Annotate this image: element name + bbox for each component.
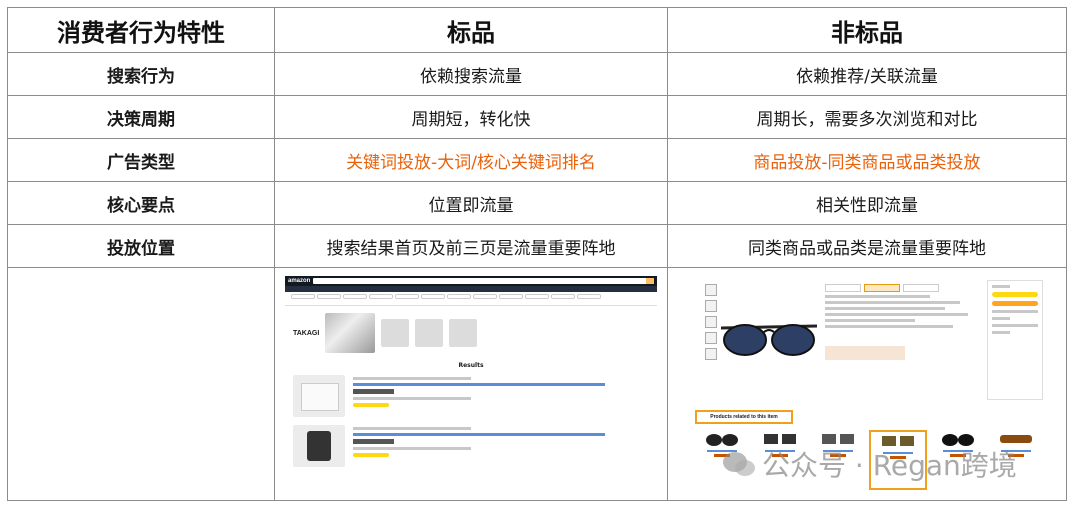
charger-product-image [293,375,345,417]
comparison-table: 消费者行为特性 标品 非标品 搜索行为 依赖搜索流量 依赖推荐/关联流量 决策周… [7,7,1067,501]
table-row: 核心要点 位置即流量 相关性即流量 [7,181,1067,225]
buy-box [987,280,1043,400]
standard-cell: 搜索结果首页及前三页是流量重要阵地 [274,224,668,268]
screenshot-row: amazon TAKAGI Results Products related t… [7,267,1067,501]
standard-cell: 位置即流量 [274,181,668,225]
header-nonstandard: 非标品 [667,7,1067,53]
nonstandard-cell: 依赖推荐/关联流量 [667,52,1067,96]
amazon-search-screenshot: amazon TAKAGI Results [285,276,657,494]
standard-cell-highlight: 关键词投放-大词/核心关键词排名 [274,138,668,182]
product-details [825,284,975,328]
header-standard: 标品 [274,7,668,53]
header-behavior: 消费者行为特性 [7,7,275,53]
product-thumb [415,319,444,347]
related-item[interactable] [811,430,865,490]
sunglasses-product-image [720,324,818,356]
related-item-selected[interactable] [869,430,927,490]
filter-chips [285,292,657,306]
row-label: 投放位置 [7,224,275,268]
amazon-header: amazon [285,276,657,286]
related-item[interactable] [753,430,807,490]
row-label: 决策周期 [7,95,275,139]
nonstandard-cell: 同类商品或品类是流量重要阵地 [667,224,1067,268]
promo-banner [825,346,905,360]
search-result-item [285,421,657,471]
nonstandard-cell: 周期长，需要多次浏览和对比 [667,95,1067,139]
amazon-search-bar [313,278,654,284]
related-products-title: Products related to this item [695,410,793,424]
search-results-screenshot-cell: amazon TAKAGI Results [274,267,668,501]
amazon-logo: amazon [288,278,311,284]
related-products-carousel [695,430,1043,490]
nonstandard-cell-highlight: 商品投放-同类商品或品类投放 [667,138,1067,182]
related-item[interactable] [931,430,985,490]
amazon-product-screenshot: Products related to this item [685,276,1049,494]
standard-cell: 周期短，转化快 [274,95,668,139]
cable-product-image [325,313,376,353]
wireless-charger-image [293,425,345,467]
brand-logo: TAKAGI [293,329,320,337]
nonstandard-cell: 相关性即流量 [667,181,1067,225]
table-row: 广告类型 关键词投放-大词/核心关键词排名 商品投放-同类商品或品类投放 [7,138,1067,182]
row-label: 核心要点 [7,181,275,225]
product-thumbnails [705,284,717,360]
empty-cell [7,267,275,501]
header-row: 消费者行为特性 标品 非标品 [7,7,1067,53]
table-row: 决策周期 周期短，转化快 周期长，需要多次浏览和对比 [7,95,1067,139]
search-result-item [285,371,657,421]
row-label: 搜索行为 [7,52,275,96]
sponsored-brand-banner: TAKAGI [285,306,657,360]
product-thumb [449,319,478,347]
related-item[interactable] [695,430,749,490]
row-label: 广告类型 [7,138,275,182]
buy-now-button[interactable] [992,301,1038,306]
product-thumb [381,319,410,347]
add-to-cart-button[interactable] [992,292,1038,297]
standard-cell: 依赖搜索流量 [274,52,668,96]
product-page-screenshot-cell: Products related to this item [667,267,1067,501]
table-row: 搜索行为 依赖搜索流量 依赖推荐/关联流量 [7,52,1067,96]
results-title: Results [458,362,484,369]
related-item[interactable] [989,430,1043,490]
table-row: 投放位置 搜索结果首页及前三页是流量重要阵地 同类商品或品类是流量重要阵地 [7,224,1067,268]
